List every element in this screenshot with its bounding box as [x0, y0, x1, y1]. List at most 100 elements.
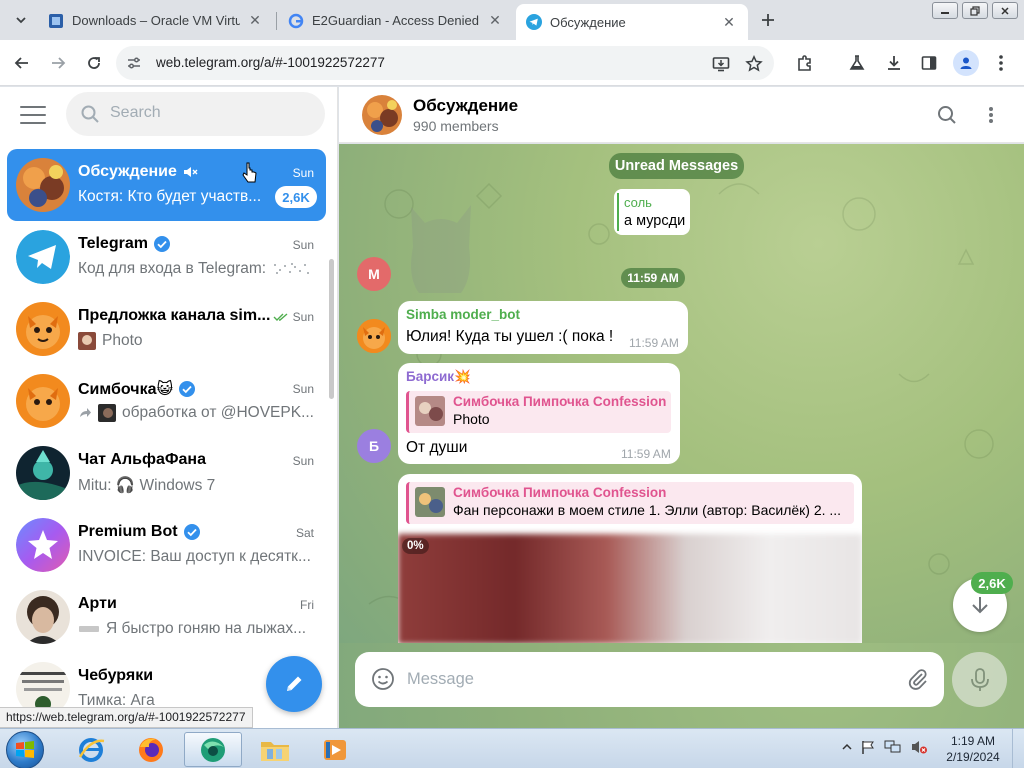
volume-muted-icon[interactable]	[910, 739, 928, 755]
emoji-icon[interactable]	[371, 667, 395, 696]
message-bubble[interactable]: Барсик💥 Симбочка Пимпочка Confession Pho…	[398, 363, 680, 464]
minimize-button[interactable]	[932, 2, 958, 19]
chat-item-arti[interactable]: Арти Fri Я быстро гоняю на лыжах...	[7, 581, 326, 653]
chat-item-predlozhka[interactable]: Предложка канала sim... Sun Photo	[7, 293, 326, 365]
download-progress: 0%	[402, 538, 429, 554]
show-hidden-icons-icon[interactable]	[842, 742, 852, 752]
message-time: 11:59 AM	[629, 336, 679, 350]
site-settings-icon[interactable]	[124, 53, 144, 73]
address-url[interactable]: web.telegram.org/a/#-1001922572277	[156, 55, 385, 70]
chat-avatar	[16, 374, 70, 428]
chat-avatar	[16, 446, 70, 500]
forward-arrow-icon	[80, 408, 91, 417]
tab-separator	[276, 12, 277, 30]
chat-item-obsuzhdenie[interactable]: Обсуждение Sun Костя: Кто будет участв..…	[7, 149, 326, 221]
new-tab-button[interactable]	[756, 8, 780, 32]
chat-header-avatar[interactable]	[362, 95, 402, 135]
forward-button[interactable]	[44, 49, 72, 77]
search-input[interactable]: Search	[66, 92, 325, 136]
message-bubble[interactable]: соль а мурсди	[614, 189, 690, 235]
search-icon	[938, 106, 956, 124]
pencil-icon	[287, 676, 302, 691]
chat-item-telegram[interactable]: Telegram Sun Код для входа в Telegram:	[7, 221, 326, 293]
internet-explorer-taskbar-button[interactable]	[62, 732, 120, 767]
action-center-flag-icon[interactable]	[860, 739, 876, 755]
main-menu-button[interactable]	[18, 103, 48, 127]
address-bar[interactable]: web.telegram.org/a/#-1001922572277	[116, 46, 774, 80]
explorer-taskbar-button[interactable]	[246, 732, 304, 767]
chat-item-simbochka[interactable]: Симбочка😺 Sun обработка от @HOVEPK...	[7, 365, 326, 437]
bookmark-star-icon[interactable]	[743, 53, 765, 75]
chrome-taskbar-button[interactable]	[184, 732, 242, 767]
message-bubble[interactable]: Simba moder_bot Юлия! Куда ты ушел :( по…	[398, 301, 688, 354]
close-tab-icon[interactable]: ✕	[486, 12, 504, 30]
chat-preview: Я быстро гоняю на лыжах...	[78, 620, 318, 638]
chat-list-scrollbar[interactable]	[329, 259, 334, 399]
blurred-media[interactable]	[398, 534, 862, 643]
chat-search-button[interactable]	[935, 103, 959, 127]
labs-flask-icon[interactable]	[846, 52, 868, 74]
unread-badge: 2,6K	[275, 186, 317, 208]
show-desktop-button[interactable]	[1012, 729, 1024, 768]
start-button[interactable]	[6, 731, 44, 768]
cat-avatar-icon	[357, 319, 391, 353]
network-icon[interactable]	[884, 739, 902, 755]
arrow-right-icon	[52, 57, 66, 69]
reload-button[interactable]	[80, 49, 108, 77]
chat-item-alfafan[interactable]: Чат АльфаФана Sun Mitu: 🎧 Windows 7	[7, 437, 326, 509]
profile-avatar-icon[interactable]	[953, 50, 979, 76]
tab-search-button[interactable]	[8, 7, 34, 33]
chat-more-button[interactable]	[979, 103, 1003, 127]
close-tab-icon[interactable]: ✕	[720, 13, 738, 31]
close-tab-icon[interactable]: ✕	[246, 12, 264, 30]
reply-thumbnail	[415, 396, 445, 426]
voice-record-button[interactable]	[952, 652, 1007, 707]
sender-avatar[interactable]	[357, 319, 391, 353]
virtualbox-icon	[48, 13, 64, 29]
reply-preview[interactable]: Симбочка Пимпочка Confession Photo	[406, 391, 671, 433]
tab-title: Обсуждение	[550, 14, 626, 30]
firefox-taskbar-button[interactable]	[122, 732, 180, 767]
tab-e2guardian[interactable]: E2Guardian - Access Denied ✕	[278, 5, 514, 36]
search-icon	[80, 104, 100, 129]
sticker-thumbnail-icon	[79, 626, 99, 632]
new-message-button[interactable]	[266, 656, 322, 712]
menu-line	[20, 106, 46, 108]
media-player-taskbar-button[interactable]	[306, 732, 364, 767]
link-status-bar: https://web.telegram.org/a/#-10019225722…	[0, 707, 253, 728]
message-list[interactable]: Unread Messages соль а мурсди М 11:59 AM…	[339, 144, 1024, 643]
more-vertical-icon	[989, 107, 993, 123]
close-window-button[interactable]	[992, 2, 1018, 19]
window-controls	[932, 2, 1018, 19]
paperclip-icon[interactable]	[906, 667, 930, 696]
chat-date: Sun	[273, 310, 314, 324]
chat-item-premium-bot[interactable]: Premium Bot Sat INVOICE: Ваш доступ к де…	[7, 509, 326, 581]
message-input[interactable]: Message	[355, 652, 944, 707]
extensions-icon[interactable]	[794, 52, 816, 74]
sender-avatar[interactable]: М	[357, 257, 391, 291]
taskbar-clock[interactable]: 1:19 AM 2/19/2024	[938, 733, 1008, 765]
back-button[interactable]	[8, 49, 36, 77]
side-panel-icon[interactable]	[918, 52, 940, 74]
message-placeholder: Message	[407, 670, 474, 688]
system-tray	[842, 739, 928, 755]
install-app-icon[interactable]	[710, 53, 732, 75]
reply-preview[interactable]: Симбочка Пимпочка Confession Фан персона…	[406, 482, 854, 524]
telegram-icon	[526, 14, 542, 30]
message-sender: Барсик💥	[406, 369, 471, 384]
browser-menu-icon[interactable]	[990, 52, 1012, 74]
reload-icon	[88, 57, 100, 69]
reply-text: Фан персонажи в моем стиле 1. Элли (авто…	[453, 502, 842, 518]
restore-button[interactable]	[962, 2, 988, 19]
read-checkmarks-icon	[273, 313, 288, 321]
chat-list-panel: Search Обсуждение Sun Костя: Кто будет у…	[0, 87, 338, 728]
arrow-down-icon	[972, 597, 988, 614]
tab-virtualbox[interactable]: Downloads – Oracle VM Virtua ✕	[38, 5, 274, 36]
media-message-bubble[interactable]: Симбочка Пимпочка Confession Фан персона…	[398, 474, 862, 643]
download-icon[interactable]	[883, 52, 905, 74]
clock-date: 2/19/2024	[946, 750, 1000, 764]
sender-avatar[interactable]: Б	[357, 429, 391, 463]
tab-telegram[interactable]: Обсуждение ✕	[516, 4, 748, 40]
internet-explorer-icon	[78, 737, 105, 762]
chat-header[interactable]: Обсуждение 990 members	[339, 87, 1024, 143]
